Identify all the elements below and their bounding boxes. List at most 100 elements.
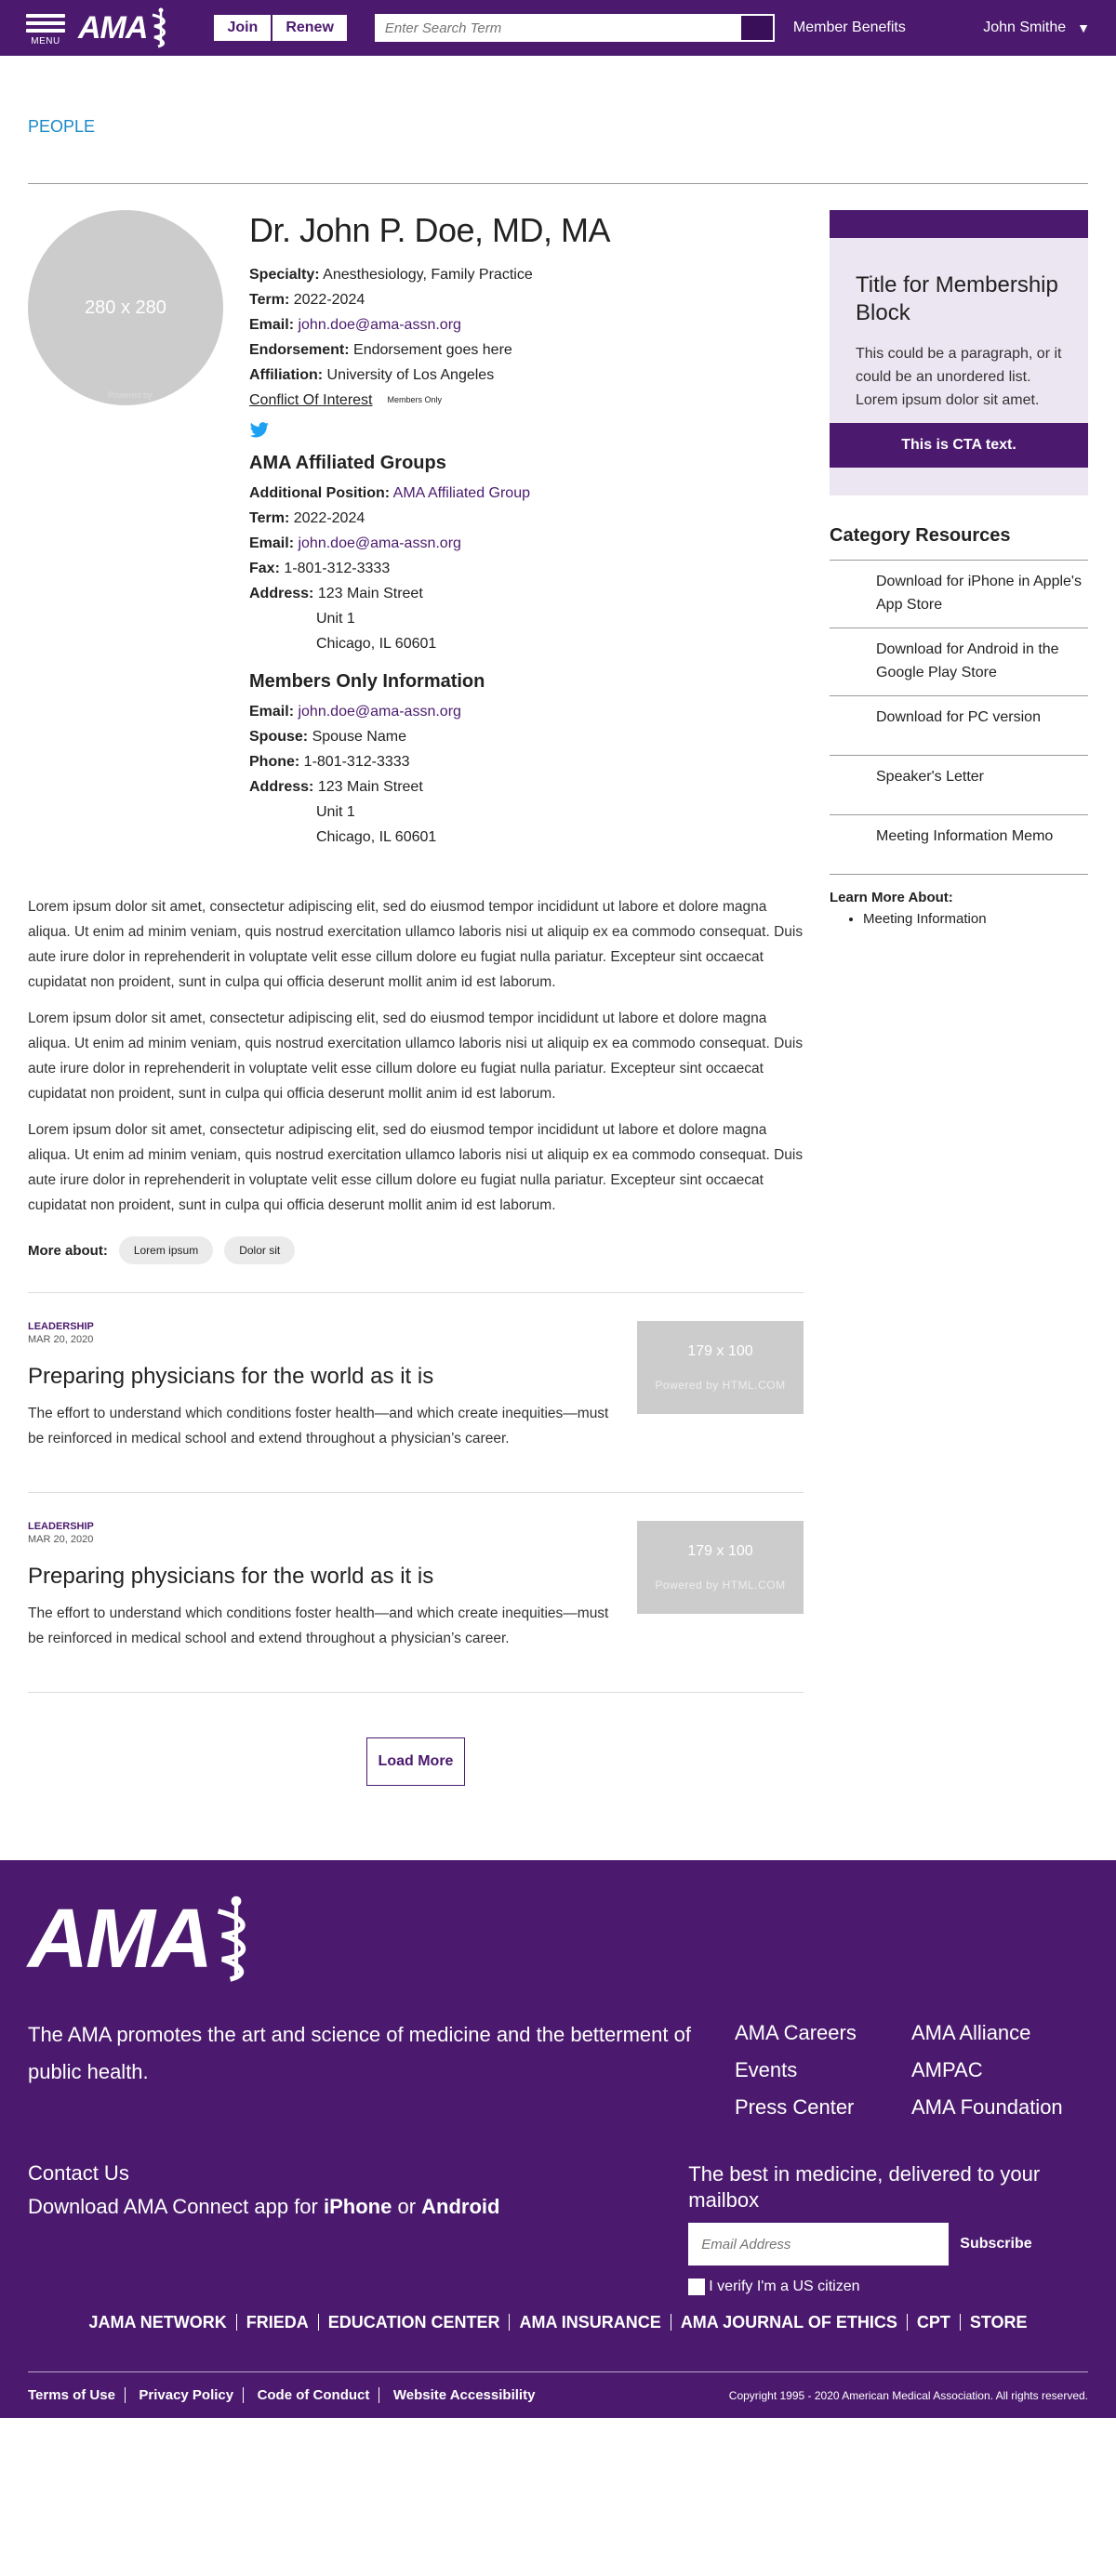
user-name: John Smithe	[983, 20, 1067, 35]
article-title[interactable]: Preparing physicians for the world as it…	[28, 1564, 623, 1590]
us-citizen-checkbox-row[interactable]: I verify I'm a US citizen	[688, 2279, 1088, 2295]
profile-name: Dr. John P. Doe, MD, MA	[249, 211, 610, 249]
members-email-link[interactable]: john.doe@ama-assn.org	[298, 704, 460, 720]
affiliated-address-row: Address: 123 Main Street	[249, 586, 423, 601]
copyright: Copyright 1995 - 2020 American Medical A…	[728, 2388, 1088, 2402]
fax-row: Fax: 1-801-312-3333	[249, 561, 391, 576]
tag-pill[interactable]: Lorem ipsum	[118, 1236, 214, 1264]
membership-block: Title for Membership Block This could be…	[830, 210, 1088, 495]
hamburger-icon	[26, 13, 65, 33]
members-address-line-2: Unit 1	[316, 804, 355, 820]
resource-link[interactable]: Download for iPhone in Apple's App Store	[830, 561, 1088, 628]
article-thumbnail[interactable]: 179 x 100 Powered by HTML.COM	[637, 1521, 804, 1614]
footer-link[interactable]: Press Center	[735, 2091, 911, 2124]
profile-section: 280 x 280 Powered by Dr. John P. Doe, MD…	[28, 210, 804, 850]
article-list: LEADERSHIP MAR 20, 2020 Preparing physic…	[28, 1292, 804, 1693]
search-bar	[374, 14, 775, 42]
android-link[interactable]: Android	[421, 2195, 499, 2218]
search-button[interactable]	[740, 14, 775, 42]
sidebar: Title for Membership Block This could be…	[830, 210, 1088, 1786]
member-benefits-link[interactable]: Member Benefits	[793, 20, 906, 36]
avatar-watermark: Powered by	[108, 390, 153, 400]
footer-link[interactable]: Events	[735, 2054, 911, 2087]
footer-nav-item[interactable]: AMA INSURANCE	[510, 2314, 671, 2331]
phone-row: Phone: 1-801-312-3333	[249, 754, 410, 770]
specialty-row: Specialty: Anesthesiology, Family Practi…	[249, 267, 533, 283]
renew-button[interactable]: Renew	[272, 15, 347, 41]
learn-more: Learn More About: Meeting Information	[830, 890, 1088, 927]
user-menu[interactable]: John Smithe ▼	[983, 20, 1090, 36]
legal-link[interactable]: Website Accessibility	[393, 2387, 545, 2403]
footer-link[interactable]: AMPAC	[911, 2054, 1088, 2087]
affiliated-term-row: Term: 2022-2024	[249, 510, 365, 526]
footer-link[interactable]: AMA Alliance	[911, 2016, 1088, 2050]
body-paragraph: Lorem ipsum dolor sit amet, consectetur …	[28, 1011, 804, 1102]
contact-us-link[interactable]: Contact Us	[28, 2161, 688, 2186]
article-summary: The effort to understand which condition…	[28, 1406, 609, 1447]
legal-link[interactable]: Privacy Policy	[139, 2386, 245, 2403]
membership-cta-button[interactable]: This is CTA text.	[830, 423, 1088, 468]
affiliated-email-link[interactable]: john.doe@ama-assn.org	[298, 535, 460, 551]
members-address-line-3: Chicago, IL 60601	[316, 829, 437, 845]
article-category[interactable]: LEADERSHIP	[28, 1321, 623, 1332]
resource-link[interactable]: Download for PC version	[830, 696, 1088, 756]
load-more-button[interactable]: Load More	[366, 1737, 465, 1786]
article-thumbnail[interactable]: 179 x 100 Powered by HTML.COM	[637, 1321, 804, 1414]
footer-nav-item[interactable]: FRIEDA	[237, 2314, 319, 2331]
top-header: MENU AMA Join Renew Member Benefits John…	[0, 0, 1116, 56]
more-about-label: More about:	[28, 1242, 108, 1259]
app-download: Download AMA Connect app for iPhone or A…	[28, 2195, 500, 2218]
footer-link[interactable]: AMA Careers	[735, 2016, 911, 2050]
subscribe-button[interactable]: Subscribe	[960, 2236, 1031, 2252]
twitter-icon[interactable]	[249, 422, 610, 447]
iphone-link[interactable]: iPhone	[324, 2195, 392, 2218]
article-category[interactable]: LEADERSHIP	[28, 1521, 623, 1532]
ama-logo[interactable]: AMA	[78, 7, 173, 48]
search-input[interactable]	[374, 14, 741, 42]
footer-logo[interactable]: AMA	[28, 1888, 1088, 1990]
affiliation-row: Affiliation: University of Los Angeles	[249, 367, 495, 383]
checkbox-label: I verify I'm a US citizen	[709, 2279, 860, 2294]
email-field[interactable]	[688, 2223, 950, 2266]
resource-link[interactable]: Download for Android in the Google Play …	[830, 628, 1088, 696]
legal-link[interactable]: Terms of Use	[28, 2386, 126, 2403]
tag-pill[interactable]: Dolor sit	[224, 1236, 296, 1264]
email-link[interactable]: john.doe@ama-assn.org	[298, 317, 460, 333]
body-paragraph: Lorem ipsum dolor sit amet, consectetur …	[28, 899, 804, 990]
caret-down-icon: ▼	[1077, 20, 1090, 35]
learn-more-label: Learn More About:	[830, 890, 953, 905]
footer-nav-item[interactable]: JAMA NETWORK	[79, 2314, 237, 2331]
affiliated-address-line-3: Chicago, IL 60601	[316, 636, 437, 652]
email-row: Email: john.doe@ama-assn.org	[249, 317, 461, 333]
join-button[interactable]: Join	[214, 15, 272, 41]
footer-nav-item[interactable]: AMA JOURNAL OF ETHICS	[671, 2314, 908, 2331]
footer-nav-item[interactable]: STORE	[961, 2314, 1037, 2331]
footer-bottom: Terms of Use Privacy Policy Code of Cond…	[28, 2371, 1088, 2418]
article-card[interactable]: LEADERSHIP MAR 20, 2020 Preparing physic…	[28, 1293, 804, 1493]
menu-button[interactable]: MENU	[26, 10, 65, 46]
members-only-heading: Members Only Information	[249, 671, 485, 692]
avatar: 280 x 280 Powered by	[28, 210, 223, 405]
affiliated-groups-heading: AMA Affiliated Groups	[249, 453, 446, 473]
learn-more-item[interactable]: Meeting Information	[863, 911, 1088, 927]
resource-link[interactable]: Meeting Information Memo	[830, 815, 1088, 875]
membership-text: This could be a paragraph, or it could b…	[856, 346, 1062, 408]
article-title[interactable]: Preparing physicians for the world as it…	[28, 1364, 623, 1390]
more-about: More about: Lorem ipsum Dolor sit	[28, 1236, 804, 1264]
affiliated-group-link[interactable]: AMA Affiliated Group	[393, 485, 530, 501]
resource-link[interactable]: Speaker's Letter	[830, 756, 1088, 815]
footer-nav-item[interactable]: CPT	[908, 2314, 961, 2331]
legal-link[interactable]: Code of Conduct	[257, 2386, 380, 2403]
footer-nav-item[interactable]: EDUCATION CENTER	[319, 2314, 511, 2331]
caduceus-icon	[153, 7, 166, 48]
article-card[interactable]: LEADERSHIP MAR 20, 2020 Preparing physic…	[28, 1493, 804, 1693]
breadcrumb[interactable]: PEOPLE	[28, 56, 1088, 184]
membership-title: Title for Membership Block	[856, 272, 1058, 325]
footer-logo-text: AMA	[28, 1892, 213, 1986]
main-content: 280 x 280 Powered by Dr. John P. Doe, MD…	[28, 210, 804, 1786]
conflict-of-interest-link[interactable]: Conflict Of Interest	[249, 388, 373, 413]
body-paragraph: Lorem ipsum dolor sit amet, consectetur …	[28, 1122, 804, 1213]
members-only-tag: Members Only	[387, 395, 443, 404]
footer-link[interactable]: AMA Foundation	[911, 2091, 1088, 2124]
checkbox[interactable]	[688, 2279, 706, 2295]
